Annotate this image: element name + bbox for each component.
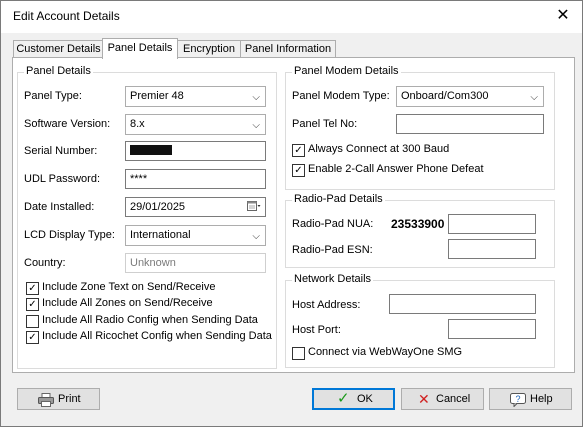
modem-type-select[interactable]: Onboard/Com300 ⌵ bbox=[396, 86, 544, 107]
x-icon: ✕ bbox=[418, 391, 430, 407]
udl-password-input[interactable]: **** bbox=[125, 169, 266, 189]
checkbox[interactable]: ✓ bbox=[26, 282, 39, 295]
cancel-button[interactable]: ✕ Cancel bbox=[401, 388, 484, 410]
option-include-zone-text[interactable]: ✓ Include Zone Text on Send/Receive bbox=[26, 281, 266, 296]
checkbox[interactable]: ✓ bbox=[292, 144, 305, 157]
close-icon[interactable]: ✕ bbox=[549, 3, 577, 29]
host-address-label: Host Address: bbox=[292, 299, 361, 311]
software-version-label: Software Version: bbox=[24, 118, 111, 130]
radio-pad-nua-label: Radio-Pad NUA: bbox=[292, 218, 374, 230]
checkbox[interactable] bbox=[292, 347, 305, 360]
panel-type-select[interactable]: Premier 48 ⌵ bbox=[125, 86, 266, 107]
checkbox[interactable]: ✓ bbox=[26, 298, 39, 311]
radio-pad-group: Radio-Pad Details Radio-Pad NUA: 2353390… bbox=[285, 193, 555, 268]
group-title: Radio-Pad Details bbox=[292, 193, 385, 205]
lcd-display-type-select[interactable]: International ⌵ bbox=[125, 225, 266, 246]
option-include-radio-config[interactable]: Include All Radio Config when Sending Da… bbox=[26, 314, 266, 329]
tab-content: Panel Details Panel Type: Premier 48 ⌵ S… bbox=[12, 57, 575, 373]
panel-type-value: Premier 48 bbox=[130, 90, 184, 102]
webwayone-option[interactable]: Connect via WebWayOne SMG bbox=[292, 346, 532, 361]
svg-text:?: ? bbox=[515, 394, 520, 404]
printer-icon bbox=[38, 392, 54, 412]
host-port-label: Host Port: bbox=[292, 324, 341, 336]
network-details-group: Network Details Host Address: Host Port:… bbox=[285, 273, 555, 368]
title-bar: Edit Account Details ✕ bbox=[1, 1, 582, 33]
modem-type-label: Panel Modem Type: bbox=[292, 90, 390, 102]
checkbox-label: Include All Ricochet Config when Sending… bbox=[42, 330, 272, 342]
always-300-baud-option[interactable]: ✓ Always Connect at 300 Baud bbox=[292, 143, 532, 158]
checkbox-label: Include All Radio Config when Sending Da… bbox=[42, 314, 258, 326]
print-button-label: Print bbox=[58, 393, 81, 405]
redacted-value bbox=[130, 145, 172, 156]
tab-panel-information[interactable]: Panel Information bbox=[240, 40, 336, 58]
software-version-value: 8.x bbox=[130, 118, 145, 130]
chevron-down-icon: ⌵ bbox=[530, 92, 538, 103]
date-installed-label: Date Installed: bbox=[24, 201, 95, 213]
checkbox-label: Connect via WebWayOne SMG bbox=[308, 346, 463, 358]
checkbox[interactable]: ✓ bbox=[26, 331, 39, 344]
host-port-input[interactable] bbox=[448, 319, 536, 339]
check-icon: ✓ bbox=[337, 390, 350, 407]
window-title: Edit Account Details bbox=[13, 9, 120, 23]
option-include-ricochet-config[interactable]: ✓ Include All Ricochet Config when Sendi… bbox=[26, 330, 272, 345]
enable-2-call-option[interactable]: ✓ Enable 2-Call Answer Phone Defeat bbox=[292, 163, 532, 178]
checkbox-label: Always Connect at 300 Baud bbox=[308, 143, 450, 155]
serial-number-label: Serial Number: bbox=[24, 145, 98, 157]
radio-pad-nua-input[interactable] bbox=[448, 214, 536, 234]
panel-modem-group: Panel Modem Details Panel Modem Type: On… bbox=[285, 65, 555, 190]
chevron-down-icon: ⌵ bbox=[252, 231, 260, 242]
help-icon: ? bbox=[510, 392, 526, 412]
tab-customer-details[interactable]: Customer Details bbox=[13, 40, 104, 58]
calendar-icon[interactable] bbox=[247, 200, 261, 212]
chevron-down-icon: ⌵ bbox=[252, 92, 260, 103]
help-button-label: Help bbox=[530, 393, 553, 405]
modem-type-value: Onboard/Com300 bbox=[401, 90, 489, 102]
country-label: Country: bbox=[24, 257, 66, 269]
checkbox[interactable]: ✓ bbox=[292, 164, 305, 177]
serial-number-input[interactable] bbox=[125, 141, 266, 161]
checkbox-label: Enable 2-Call Answer Phone Defeat bbox=[308, 163, 484, 175]
group-title: Panel Details bbox=[24, 65, 93, 77]
group-title: Network Details bbox=[292, 273, 374, 285]
tab-panel-details[interactable]: Panel Details bbox=[102, 38, 178, 59]
lcd-display-type-label: LCD Display Type: bbox=[24, 229, 115, 241]
country-field: Unknown bbox=[125, 253, 266, 273]
group-title: Panel Modem Details bbox=[292, 65, 401, 77]
radio-pad-nua-value: 23533900 bbox=[391, 217, 445, 231]
tab-encryption[interactable]: Encryption bbox=[176, 40, 242, 58]
checkbox-label: Include All Zones on Send/Receive bbox=[42, 297, 213, 309]
edit-account-dialog: Edit Account Details ✕ Customer Details … bbox=[0, 0, 583, 427]
chevron-down-icon: ⌵ bbox=[252, 120, 260, 131]
print-button[interactable]: Print bbox=[17, 388, 100, 410]
panel-tel-input[interactable] bbox=[396, 114, 544, 134]
checkbox[interactable] bbox=[26, 315, 39, 328]
panel-tel-label: Panel Tel No: bbox=[292, 118, 358, 130]
ok-button-label: OK bbox=[357, 393, 373, 405]
checkbox-label: Include Zone Text on Send/Receive bbox=[42, 281, 216, 293]
option-include-all-zones[interactable]: ✓ Include All Zones on Send/Receive bbox=[26, 297, 266, 312]
software-version-select[interactable]: 8.x ⌵ bbox=[125, 114, 266, 135]
cancel-button-label: Cancel bbox=[436, 393, 471, 405]
date-installed-value: 29/01/2025 bbox=[130, 201, 186, 213]
host-address-input[interactable] bbox=[389, 294, 536, 314]
help-button[interactable]: ? Help bbox=[489, 388, 572, 410]
date-installed-picker[interactable]: 29/01/2025 bbox=[125, 197, 266, 217]
lcd-display-type-value: International bbox=[130, 229, 191, 241]
panel-details-group: Panel Details Panel Type: Premier 48 ⌵ S… bbox=[17, 65, 277, 369]
ok-button[interactable]: ✓ OK bbox=[312, 388, 395, 410]
radio-pad-esn-input[interactable] bbox=[448, 239, 536, 259]
radio-pad-esn-label: Radio-Pad ESN: bbox=[292, 244, 373, 256]
panel-type-label: Panel Type: bbox=[24, 90, 82, 102]
udl-password-label: UDL Password: bbox=[24, 173, 101, 185]
